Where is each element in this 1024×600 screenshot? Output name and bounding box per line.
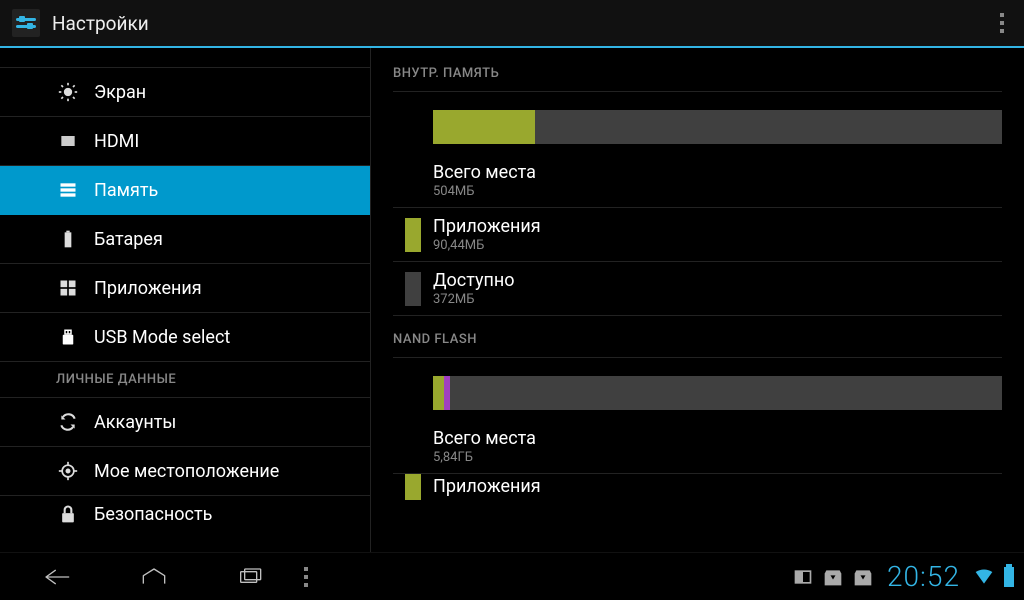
sidebar-header-personal: ЛИЧНЫЕ ДАННЫЕ	[0, 362, 370, 398]
hdmi-icon	[56, 129, 80, 153]
row-subtitle: 90,44МБ	[433, 238, 541, 253]
action-bar: Настройки	[0, 0, 1024, 48]
status-tray[interactable]: 20:52	[793, 560, 1014, 593]
sidebar-item-label: Мое местоположение	[94, 461, 279, 482]
row-title: Всего места	[433, 162, 536, 183]
nand-storage-bar	[433, 376, 1002, 410]
sidebar-item-sound[interactable]	[0, 48, 370, 68]
sidebar-item-label: Батарея	[94, 229, 163, 250]
sidebar-item-hdmi[interactable]: HDMI	[0, 117, 370, 166]
usb-icon	[56, 325, 80, 349]
settings-sidebar[interactable]: Экран HDMI Память Батарея Приложения USB Mode…	[0, 48, 370, 552]
sidebar-item-label: Приложения	[94, 278, 202, 299]
section-header-internal: ВНУТР. ПАМЯТЬ	[393, 54, 1002, 92]
row-title: Приложения	[433, 216, 541, 237]
status-clock: 20:52	[887, 560, 960, 593]
page-title: Настройки	[52, 12, 149, 35]
sidebar-item-label: Безопасность	[94, 504, 212, 525]
sidebar-item-приложения[interactable]: Приложения	[0, 264, 370, 313]
storage-row[interactable]: Всего места5,84ГБ	[393, 420, 1002, 474]
color-swatch	[405, 218, 421, 252]
color-swatch	[405, 272, 421, 306]
settings-icon	[12, 9, 40, 37]
color-swatch	[405, 474, 421, 500]
overflow-menu-button[interactable]	[992, 5, 1012, 41]
storage-row[interactable]: Доступно372МБ	[393, 262, 1002, 316]
download-icon-2	[853, 567, 873, 587]
sidebar-item-безопасность[interactable]: Безопасность	[0, 496, 370, 532]
home-button[interactable]	[124, 557, 184, 597]
battery-icon	[1004, 567, 1014, 587]
row-title: Приложения	[433, 476, 541, 497]
download-icon	[823, 567, 843, 587]
section-header-nand: NAND FLASH	[393, 320, 1002, 358]
row-subtitle: 504МБ	[433, 184, 536, 199]
sidebar-item-label: Экран	[94, 82, 146, 103]
location-icon	[56, 459, 80, 483]
sidebar-item-экран[interactable]: Экран	[0, 68, 370, 117]
storage-row[interactable]: Приложения90,44МБ	[393, 208, 1002, 262]
sidebar-item-мое-местоположение[interactable]: Мое местоположение	[0, 447, 370, 496]
apps-icon	[56, 276, 80, 300]
sidebar-item-память[interactable]: Память	[0, 166, 370, 215]
row-subtitle: 5,84ГБ	[433, 450, 536, 465]
lock-icon	[56, 502, 80, 526]
sidebar-item-батарея[interactable]: Батарея	[0, 215, 370, 264]
recents-button[interactable]	[220, 557, 280, 597]
battery-icon	[56, 227, 80, 251]
sidebar-item-label: USB Mode select	[94, 327, 230, 348]
sidebar-item-label: HDMI	[94, 131, 139, 152]
storage-icon	[56, 178, 80, 202]
display-icon	[56, 80, 80, 104]
row-subtitle: 372МБ	[433, 292, 515, 307]
content-area: Экран HDMI Память Батарея Приложения USB Mode…	[0, 48, 1024, 552]
sidebar-item-label: Память	[94, 180, 158, 201]
system-navbar: 20:52	[0, 552, 1024, 600]
sidebar-item-аккаунты[interactable]: Аккаунты	[0, 398, 370, 447]
storage-row[interactable]: Всего места504МБ	[393, 154, 1002, 208]
row-title: Доступно	[433, 270, 515, 291]
back-button[interactable]	[28, 557, 88, 597]
sync-icon	[56, 410, 80, 434]
row-title: Всего места	[433, 428, 536, 449]
nav-overflow-button[interactable]	[304, 567, 308, 587]
wifi-icon	[974, 567, 994, 587]
internal-storage-bar	[433, 110, 1002, 144]
screenshot-icon	[793, 567, 813, 587]
sidebar-item-label: Аккаунты	[94, 412, 176, 433]
sidebar-item-usb-mode-select[interactable]: USB Mode select	[0, 313, 370, 362]
storage-row[interactable]: Приложения	[393, 474, 1002, 500]
storage-detail-pane[interactable]: ВНУТР. ПАМЯТЬ Всего места504МБПриложения…	[370, 48, 1024, 552]
